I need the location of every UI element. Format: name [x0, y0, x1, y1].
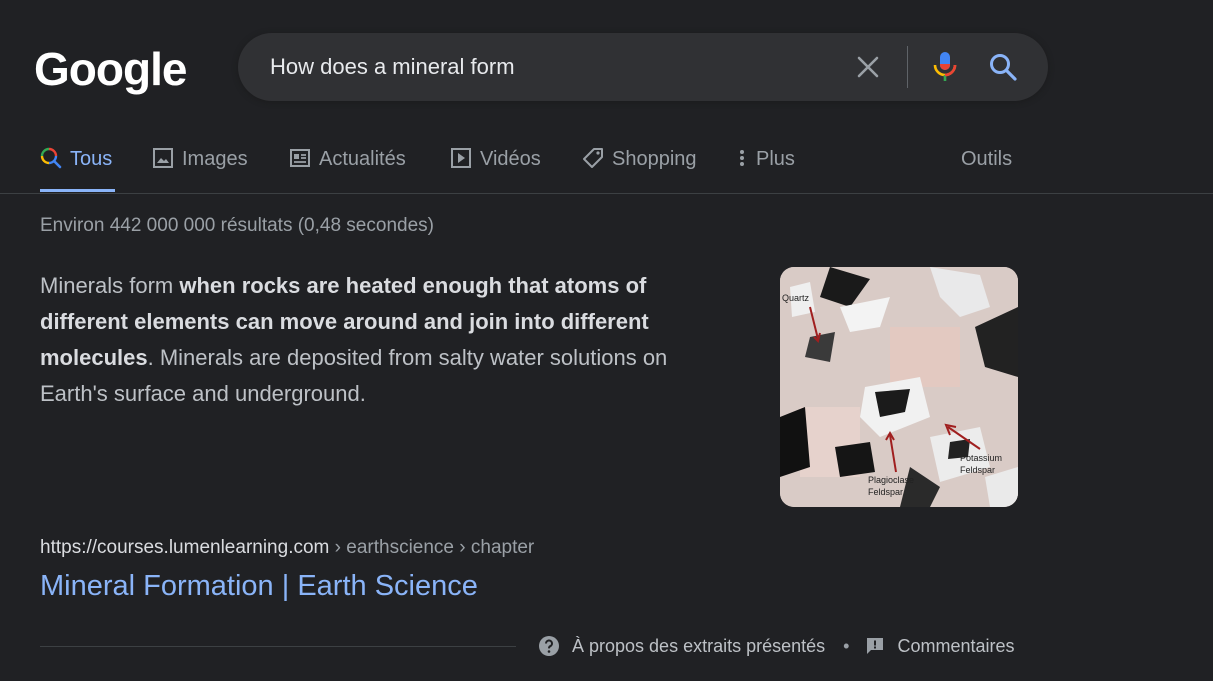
feedback-link[interactable]: Commentaires — [865, 635, 1015, 657]
feedback-label: Commentaires — [897, 635, 1015, 656]
tab-plus[interactable]: Plus — [736, 140, 795, 192]
tab-label: Shopping — [612, 148, 697, 170]
tab-shopping[interactable]: Shopping — [582, 140, 697, 192]
tools-button[interactable]: Outils — [961, 148, 1012, 171]
result-domain: https://courses.lumenlearning.com — [40, 537, 330, 558]
label-feldspar-2: Feldspar — [960, 465, 995, 475]
tab-label: Tous — [70, 148, 113, 170]
about-snippets-link[interactable]: À propos des extraits présentés — [538, 635, 825, 657]
label-quartz: Quartz — [782, 293, 810, 303]
tab-label: Vidéos — [480, 148, 541, 170]
granite-image: Quartz Plagioclase Feldspar Potassium Fe… — [780, 267, 1018, 507]
search-box[interactable]: How does a mineral form — [238, 33, 1048, 101]
tab-label: Plus — [756, 148, 795, 170]
tab-videos[interactable]: Vidéos — [450, 140, 541, 192]
microphone-icon[interactable] — [930, 50, 960, 84]
tab-tous[interactable]: Tous — [40, 140, 115, 192]
search-input[interactable]: How does a mineral form — [270, 54, 515, 80]
label-feldspar-1: Feldspar — [868, 487, 903, 497]
newspaper-icon — [289, 147, 311, 169]
feedback-icon — [867, 638, 884, 654]
featured-snippet-text: Minerals form when rocks are heated enou… — [40, 268, 740, 412]
about-label: À propos des extraits présentés — [572, 635, 826, 656]
footer-divider — [40, 646, 516, 647]
search-icon — [40, 147, 62, 169]
result-stats: Environ 442 000 000 résultats (0,48 seco… — [40, 215, 434, 236]
snippet-text: Minerals form — [40, 273, 180, 298]
tab-images[interactable]: Images — [152, 140, 248, 192]
more-vert-icon — [736, 147, 748, 169]
result-url[interactable]: https://courses.lumenlearning.com › eart… — [40, 537, 534, 559]
label-potassium: Potassium — [960, 453, 1002, 463]
snippet-footer: À propos des extraits présentés • Commen… — [538, 635, 1015, 657]
play-icon — [450, 147, 472, 169]
search-divider — [907, 46, 908, 88]
search-tabs: Tous Images Actualités Vidéos Shopping P… — [0, 140, 1213, 194]
image-icon — [152, 147, 174, 169]
tag-icon — [582, 147, 604, 169]
snippet-thumbnail[interactable]: Quartz Plagioclase Feldspar Potassium Fe… — [780, 267, 1018, 507]
tab-actualites[interactable]: Actualités — [289, 140, 406, 192]
label-plagioclase: Plagioclase — [868, 475, 914, 485]
footer-separator: • — [843, 635, 850, 656]
google-logo[interactable]: Google — [34, 42, 187, 96]
result-path: › earthscience › chapter — [329, 537, 535, 558]
tab-label: Actualités — [319, 148, 406, 170]
clear-icon[interactable] — [855, 54, 881, 80]
search-icon[interactable] — [988, 52, 1018, 82]
tab-label: Images — [182, 148, 248, 170]
result-title-link[interactable]: Mineral Formation | Earth Science — [40, 570, 478, 603]
help-icon — [539, 636, 559, 656]
